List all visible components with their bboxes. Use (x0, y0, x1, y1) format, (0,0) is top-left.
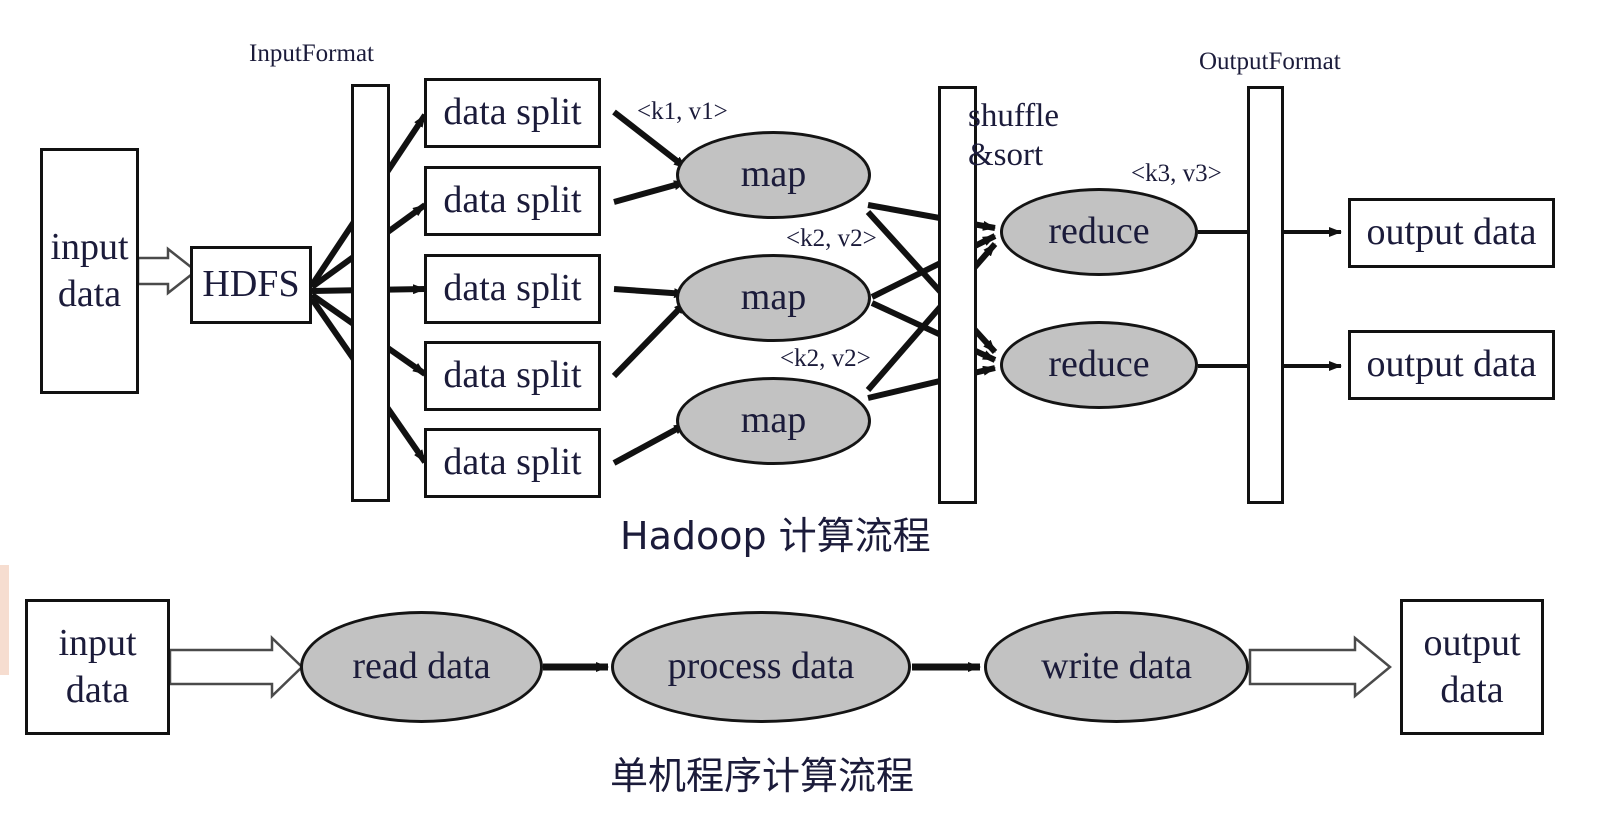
block-arrow-input-to-hdfs (136, 246, 199, 296)
output-data-label: output data (1366, 211, 1537, 254)
input-data-line2: data (57, 273, 122, 315)
output-data-line1: output (1423, 621, 1521, 664)
bottom-diagram-caption: 单机程序计算流程 (610, 754, 915, 798)
top-diagram-caption: Hadoop 计算流程 (620, 514, 931, 558)
output-data-box-2[interactable]: output data (1348, 330, 1555, 400)
data-split-box-1[interactable]: data split (424, 78, 601, 148)
output-data-label: output data (1366, 343, 1537, 386)
map-label: map (740, 399, 807, 442)
data-split-label: data split (443, 441, 582, 484)
block-arrow-bottom-input (168, 635, 304, 699)
input-data-box-bottom[interactable]: input data (25, 599, 170, 735)
input-data-line2: data (65, 669, 130, 711)
write-data-label: write data (1041, 645, 1192, 688)
write-data-ellipse[interactable]: write data (984, 611, 1249, 723)
shuffle-label-line1: shuffle (968, 98, 1060, 134)
reduce-label: reduce (1048, 343, 1150, 386)
map-ellipse-1[interactable]: map (676, 131, 871, 219)
page-edge-artifact (0, 565, 9, 675)
read-data-label: read data (352, 645, 491, 688)
output-data-line2: data (1440, 669, 1504, 711)
data-split-box-3[interactable]: data split (424, 254, 601, 324)
output-data-box-1[interactable]: output data (1348, 198, 1555, 268)
input-format-bar[interactable] (351, 84, 390, 502)
data-split-box-5[interactable]: data split (424, 428, 601, 498)
output-format-label: OutputFormat (1199, 48, 1341, 75)
diagram-canvas: InputFormat OutputFormat input data HDFS… (0, 0, 1610, 820)
block-arrow-bottom-output (1248, 635, 1392, 699)
reduce-ellipse-2[interactable]: reduce (1000, 321, 1198, 409)
data-split-label: data split (443, 354, 582, 397)
map-ellipse-2[interactable]: map (676, 254, 871, 342)
process-data-ellipse[interactable]: process data (611, 611, 911, 723)
shuffle-label-line2: &sort (968, 137, 1044, 173)
splits-to-maps-fan (611, 109, 689, 466)
output-format-bar[interactable] (1247, 86, 1284, 504)
data-split-label: data split (443, 179, 582, 222)
data-split-label: data split (443, 267, 582, 310)
reduce-ellipse-1[interactable]: reduce (1000, 188, 1198, 276)
map-label: map (740, 153, 807, 196)
hdfs-label: HDFS (202, 263, 300, 306)
input-data-box-top[interactable]: input data (40, 148, 139, 394)
reduce-label: reduce (1048, 210, 1150, 253)
process-data-label: process data (667, 645, 855, 688)
kv-label-k3v3: <k3, v3> (1131, 160, 1222, 187)
input-format-label: InputFormat (249, 40, 374, 67)
kv-label-k2v2-upper: <k2, v2> (786, 225, 877, 252)
input-data-line1: input (50, 225, 129, 268)
data-split-label: data split (443, 91, 582, 134)
read-data-ellipse[interactable]: read data (300, 611, 543, 723)
data-split-box-2[interactable]: data split (424, 166, 601, 236)
kv-label-k2v2-lower: <k2, v2> (780, 345, 871, 372)
map-ellipse-3[interactable]: map (676, 377, 871, 465)
input-data-line1: input (58, 621, 137, 664)
data-split-box-4[interactable]: data split (424, 341, 601, 411)
hdfs-box[interactable]: HDFS (190, 246, 312, 324)
kv-label-k1v1: <k1, v1> (637, 98, 728, 125)
output-data-box-bottom[interactable]: output data (1400, 599, 1544, 735)
map-label: map (740, 276, 807, 319)
